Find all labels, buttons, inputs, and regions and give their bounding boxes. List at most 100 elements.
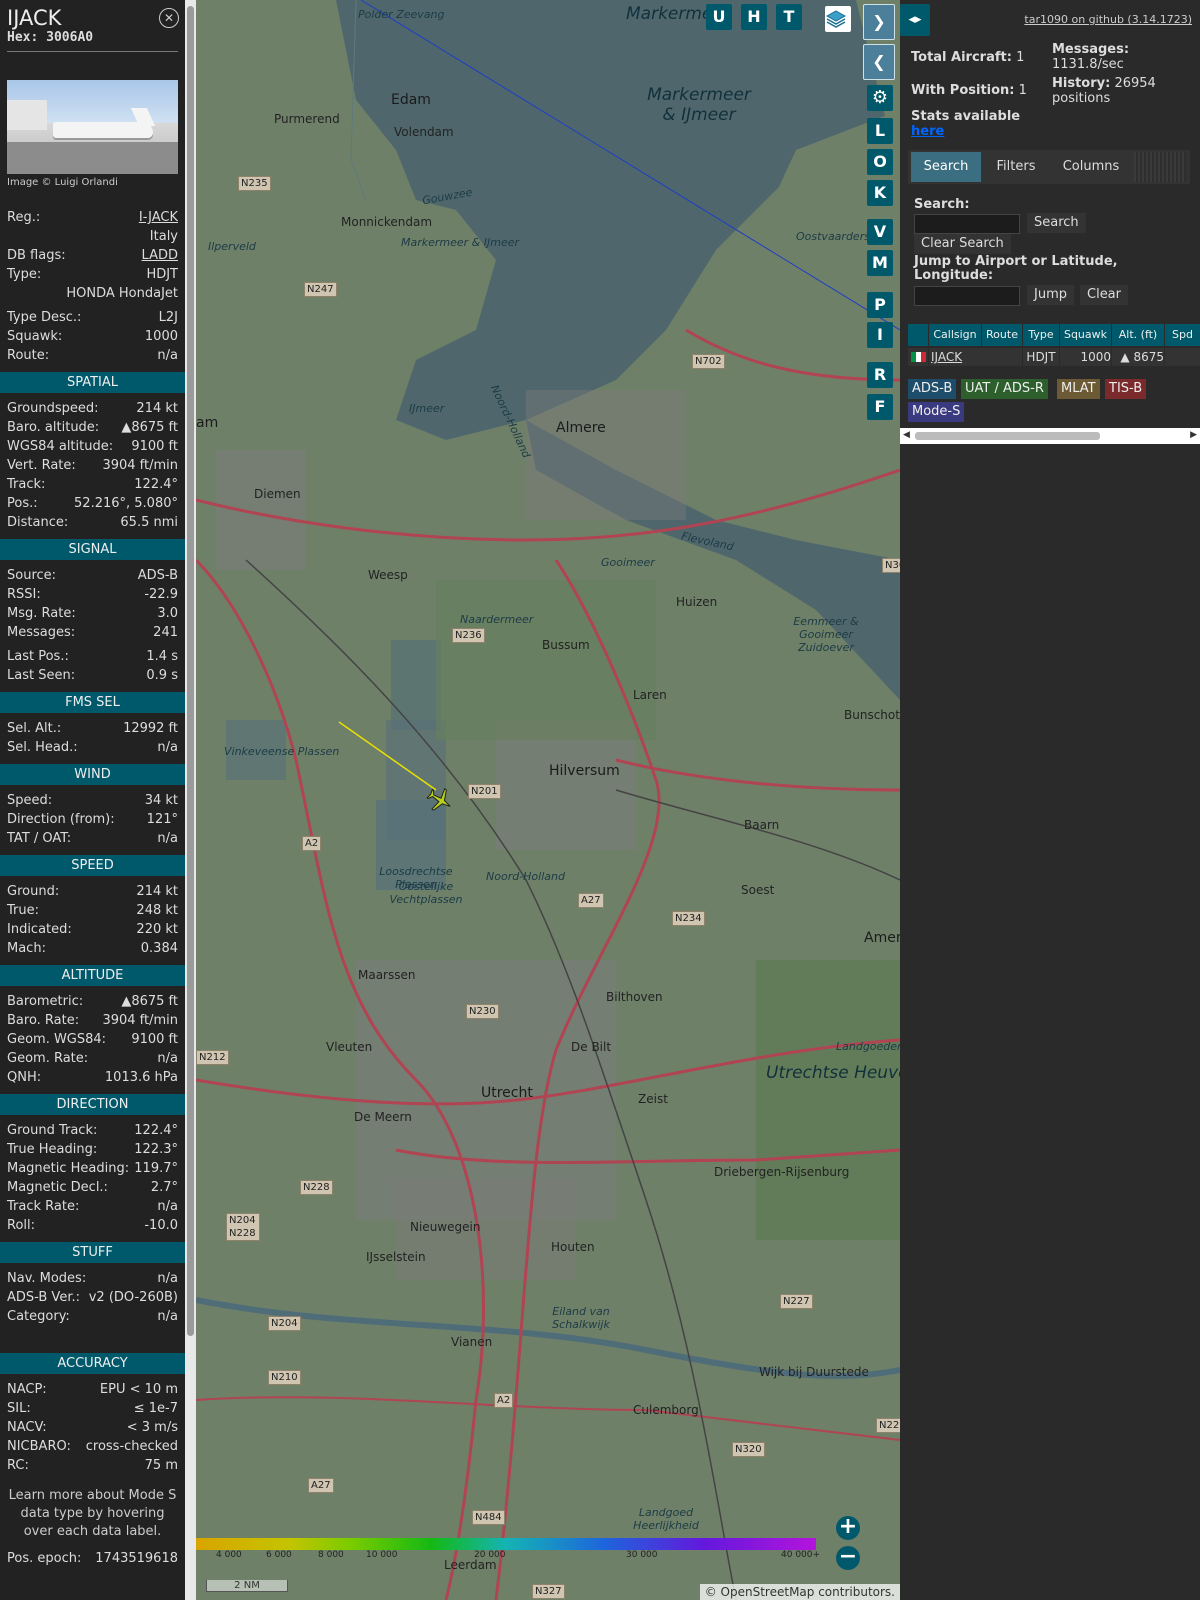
- search-button[interactable]: Search: [1027, 213, 1086, 233]
- road-shield: N236: [452, 628, 485, 643]
- row-squawk[interactable]: 1000: [1060, 348, 1112, 366]
- info-row-value: < 3 m/s: [126, 1420, 178, 1435]
- hex-value: 3006A0: [46, 30, 94, 45]
- source-badge-adsb: ADS-B: [908, 379, 957, 399]
- info-row-label: Track:: [7, 477, 46, 492]
- info-row-label: Magnetic Heading:: [7, 1161, 130, 1176]
- search-input[interactable]: [914, 214, 1020, 234]
- tab-filters[interactable]: Filters: [984, 152, 1048, 182]
- info-row-label: Vert. Rate:: [7, 458, 76, 473]
- tab-columns[interactable]: Columns: [1051, 152, 1131, 182]
- map-button-u[interactable]: U: [706, 4, 732, 30]
- info-row-value: 122.3°: [134, 1142, 178, 1157]
- info-row: Ground Track: 122.4°: [0, 1121, 185, 1140]
- close-info-button[interactable]: ✕: [159, 8, 179, 28]
- pos-epoch-label: Pos. epoch:: [7, 1551, 82, 1566]
- row-type[interactable]: HDJT: [1023, 348, 1060, 366]
- place-label: Baarn: [744, 818, 780, 832]
- map-button-k[interactable]: K: [867, 180, 893, 206]
- place-label: Almere: [556, 420, 606, 436]
- map-attribution[interactable]: © OpenStreetMap contributors.: [699, 1584, 900, 1600]
- info-row-label: Sel. Head.:: [7, 740, 78, 755]
- info-row: Squawk: 1000: [0, 327, 185, 346]
- expand-sidebar-button[interactable]: ❯: [863, 4, 895, 40]
- info-row-label: Track Rate:: [7, 1199, 80, 1214]
- water-label: Ilperveld: [208, 240, 256, 253]
- info-row-label: Messages:: [7, 625, 76, 640]
- zoom-in-button[interactable]: +: [836, 1516, 860, 1540]
- settings-button[interactable]: ⚙: [867, 85, 893, 111]
- info-row-label: Reg.:: [7, 210, 41, 225]
- stats-here-link[interactable]: here: [911, 124, 944, 139]
- info-row-value: n/a: [157, 348, 178, 363]
- place-label: Laren: [633, 688, 667, 702]
- table-horizontal-scrollbar[interactable]: ◀ ▶: [900, 428, 1200, 444]
- scroll-left-icon[interactable]: ◀: [903, 430, 910, 440]
- map-button-v[interactable]: V: [867, 219, 893, 245]
- clear-jump-button[interactable]: Clear: [1080, 285, 1128, 305]
- tab-search[interactable]: Search: [911, 152, 981, 182]
- info-row: Messages: 241: [0, 623, 185, 642]
- info-row-value[interactable]: LADD: [142, 246, 178, 265]
- clear-search-button[interactable]: Clear Search: [914, 234, 1011, 254]
- jump-button[interactable]: Jump: [1027, 285, 1074, 305]
- info-row: Type Desc.: L2J: [0, 308, 185, 327]
- place-label: Zeist: [638, 1092, 668, 1106]
- map-button-h[interactable]: H: [741, 4, 767, 30]
- info-row-value: 119.7°: [134, 1161, 178, 1176]
- info-row-value[interactable]: I-JACK: [139, 208, 178, 227]
- with-position-stat: With Position: 1: [911, 83, 1027, 98]
- map-view[interactable]: Edam Purmerend Volendam Monnickendam Almere D…: [196, 0, 900, 1600]
- map-button-t[interactable]: T: [776, 4, 802, 30]
- urban-diemen: [216, 450, 306, 570]
- col-flag[interactable]: [908, 324, 929, 346]
- place-label: Bussum: [542, 638, 590, 652]
- col-altitude[interactable]: Alt. (ft): [1112, 324, 1165, 346]
- github-link[interactable]: tar1090 on github (3.14.1723): [1024, 13, 1192, 26]
- road-shield: A27: [308, 1478, 334, 1493]
- zoom-out-button[interactable]: −: [836, 1546, 860, 1570]
- close-icon: ✕: [163, 11, 175, 25]
- info-row-value: n/a: [157, 1271, 178, 1286]
- map-button-m[interactable]: M: [867, 250, 893, 276]
- collapse-sidebar-button[interactable]: ❮: [863, 44, 895, 80]
- col-speed[interactable]: Spd: [1165, 324, 1200, 346]
- map-button-p[interactable]: P: [867, 292, 893, 318]
- map-button-f[interactable]: F: [867, 394, 893, 420]
- info-scroll-thumb[interactable]: [187, 6, 194, 1336]
- col-squawk[interactable]: Squawk: [1060, 324, 1112, 346]
- col-type[interactable]: Type: [1023, 324, 1060, 346]
- row-route[interactable]: [982, 348, 1023, 366]
- table-scroll-thumb[interactable]: [915, 432, 1100, 440]
- scroll-right-icon[interactable]: ▶: [1190, 430, 1197, 440]
- row-callsign[interactable]: IJACK: [929, 348, 984, 366]
- road-shield: N247: [304, 282, 337, 297]
- row-altitude[interactable]: ▲ 8675: [1112, 348, 1165, 366]
- place-label: am: [196, 415, 219, 431]
- toggle-sidebar-button[interactable]: ◂▸: [900, 4, 930, 36]
- info-row-value: 0.9 s: [146, 668, 178, 683]
- info-row-label: Geom. Rate:: [7, 1051, 89, 1066]
- map-button-r[interactable]: R: [867, 362, 893, 388]
- col-route[interactable]: Route: [982, 324, 1023, 346]
- row-speed[interactable]: [1165, 348, 1200, 366]
- col-callsign[interactable]: Callsign: [929, 324, 982, 346]
- info-row-value: n/a: [157, 1199, 178, 1214]
- layers-button[interactable]: [825, 6, 851, 32]
- section-header-direction: DIRECTION: [0, 1094, 185, 1115]
- info-panel-scrollbar[interactable]: [185, 0, 196, 1600]
- info-row-label: Magnetic Decl.:: [7, 1180, 108, 1195]
- map-button-l[interactable]: L: [867, 118, 893, 144]
- map-button-i[interactable]: I: [867, 322, 893, 348]
- info-row-label: Groundspeed:: [7, 401, 99, 416]
- info-row-label: Type Desc.:: [7, 310, 82, 325]
- aircraft-photo[interactable]: [7, 80, 178, 174]
- tab-extra[interactable]: [1134, 152, 1186, 182]
- info-row: Last Pos.: 1.4 s: [0, 647, 185, 666]
- aircraft-marker-icon[interactable]: [426, 786, 454, 814]
- road-shield: N204 N228: [226, 1213, 260, 1241]
- row-flag-cell[interactable]: [908, 348, 929, 366]
- jump-input[interactable]: [914, 286, 1020, 306]
- map-button-o[interactable]: O: [867, 149, 893, 175]
- info-row-label: RSSI:: [7, 587, 41, 602]
